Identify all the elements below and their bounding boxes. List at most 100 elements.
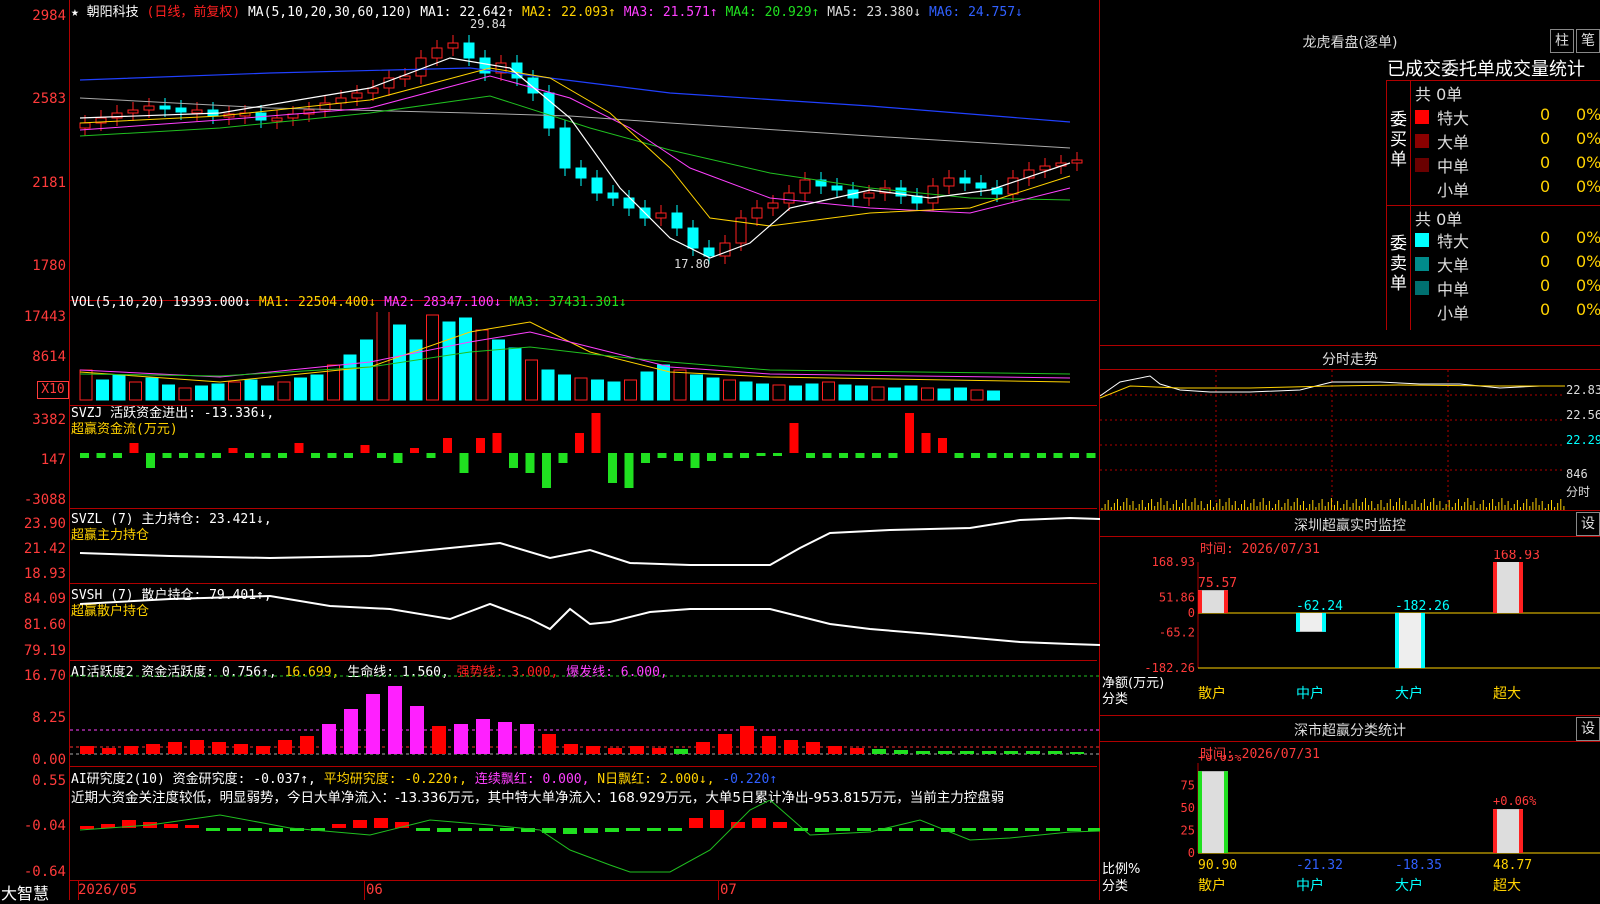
volume-bar: [591, 379, 604, 401]
candlestick: [127, 109, 139, 114]
fund-flow-bar: [492, 433, 502, 453]
volume-bar: [805, 383, 819, 401]
active-bar: [872, 749, 886, 754]
high-price-annotation: 29.84: [470, 18, 506, 31]
volume-bar: [195, 385, 208, 401]
buy-row-name: 小单: [1437, 181, 1470, 200]
date-axis-label: 06: [366, 882, 383, 898]
intraday-axis-label: 22.83: [1566, 383, 1600, 397]
fund-flow-bar: [459, 453, 469, 473]
svzl-main-holding-chart[interactable]: [70, 508, 1100, 583]
buy-row-pct: 0%: [1576, 129, 1600, 148]
research-bar: [962, 828, 976, 831]
volume-bar: [459, 317, 472, 401]
classify-bar: [1493, 809, 1523, 853]
candlestick: [959, 177, 971, 184]
volume-bar: [855, 385, 868, 401]
vol-unit-badge[interactable]: X10: [37, 381, 69, 399]
research-bar: [584, 828, 598, 833]
svsh-retail-holding-chart[interactable]: [70, 584, 1100, 660]
date-axis-label: 07: [720, 882, 737, 898]
fund-flow-bar: [756, 453, 766, 456]
date-axis-label: 2026/05: [78, 882, 138, 898]
tick-mode-button[interactable]: 笔: [1576, 29, 1600, 53]
main-chart-area[interactable]: ★ 朝阳科技 (日线，前复权) MA(5,10,20,30,60,120) MA…: [0, 0, 1100, 903]
price-candlestick-chart[interactable]: 29.84 17.80: [70, 18, 1100, 298]
sell-row-name: 大单: [1437, 256, 1470, 275]
fund-flow-bar: [1070, 453, 1079, 458]
ai-research-chart[interactable]: [70, 800, 1100, 880]
volume-bar: [673, 369, 687, 401]
buy-color-swatch: [1415, 134, 1429, 148]
research-bar: [899, 828, 913, 831]
monitor-bar-chart[interactable]: 168.9351.860-65.2-182.2675.57散户-62.24中户-…: [1100, 550, 1600, 715]
research-bar: [773, 822, 787, 828]
research-bar: [206, 828, 220, 831]
intraday-chart[interactable]: [1100, 370, 1565, 510]
active-bar: [894, 750, 908, 754]
fund-flow-bar: [476, 438, 485, 453]
vol-ma3-line: [79, 346, 1071, 377]
research-bar: [248, 828, 262, 831]
candlestick: [191, 109, 203, 114]
volume-bar: [723, 379, 736, 401]
intraday-axis-label: 22.29: [1566, 433, 1600, 447]
research-bar: [689, 818, 703, 828]
active-bar: [850, 748, 864, 754]
ai-research-axis-label: -0.64: [23, 864, 66, 880]
candlestick: [703, 247, 715, 257]
fund-flow-bar: [410, 448, 419, 453]
active-bar: [1004, 751, 1018, 754]
volume-bar: [343, 354, 357, 401]
research-bar: [374, 818, 388, 828]
brand-label: 大智慧: [1, 884, 50, 903]
active-bar: [916, 751, 930, 754]
fund-flow-bar: [921, 433, 931, 453]
candlestick: [863, 192, 875, 199]
fund-flow-bar: [690, 453, 700, 468]
monitor-settings-button[interactable]: 设: [1576, 512, 1600, 536]
candlestick: [351, 92, 363, 99]
fund-flow-bar: [740, 453, 749, 458]
candlestick: [607, 192, 619, 199]
intraday-panel[interactable]: 分时走势 22.83 22.56 22.29 846 分时: [1100, 345, 1600, 510]
sell-row-name: 小单: [1437, 304, 1470, 323]
fund-flow-bar: [113, 453, 122, 458]
fund-flow-bar: [789, 423, 799, 453]
buy-row-pct: 0%: [1576, 105, 1600, 124]
candlestick: [367, 87, 379, 94]
candlestick: [767, 202, 779, 209]
sell-row-count: 0: [1540, 252, 1551, 271]
sell-row-pct: 0%: [1576, 228, 1600, 247]
volume-chart[interactable]: [70, 312, 1100, 404]
fund-flow-bar: [657, 453, 667, 458]
classify-unit-category: 分类: [1102, 879, 1129, 894]
buy-row-name: 特大: [1437, 109, 1470, 128]
fund-flow-bar: [261, 453, 271, 458]
monitor-category-label: 中户: [1296, 685, 1324, 702]
candlestick: [1007, 177, 1019, 195]
monitor-bar: [1493, 562, 1523, 613]
sell-color-swatch: [1415, 233, 1429, 247]
svzj-fund-flow-chart[interactable]: [70, 406, 1100, 506]
classify-bar-chart[interactable]: 75 50 25 090.90 散户 -21.32 中户 -18.35 大户 48.77 超大 +0.…: [1100, 755, 1600, 900]
research-bar: [815, 828, 829, 832]
ma3-line: [79, 75, 1071, 214]
ai-active-chart[interactable]: [70, 662, 1100, 766]
active-bar: [718, 734, 732, 754]
candlestick: [943, 177, 955, 187]
candlestick: [671, 212, 683, 229]
monitor-bar-edge: [1395, 612, 1399, 668]
fund-flow-bar: [1053, 453, 1063, 458]
active-bar: [806, 742, 820, 754]
classify-settings-button[interactable]: 设: [1576, 717, 1600, 741]
svsh-axis-label: 81.60: [23, 617, 66, 633]
research-bar: [605, 828, 619, 832]
active-bar: [652, 748, 666, 754]
buy-color-swatch: [1415, 182, 1429, 196]
volume-bar: [921, 387, 934, 401]
monitor-bar-edge: [1198, 590, 1202, 613]
bar-mode-button[interactable]: 柱: [1550, 29, 1574, 53]
volume-bar: [162, 384, 175, 401]
volume-bar: [888, 387, 901, 401]
